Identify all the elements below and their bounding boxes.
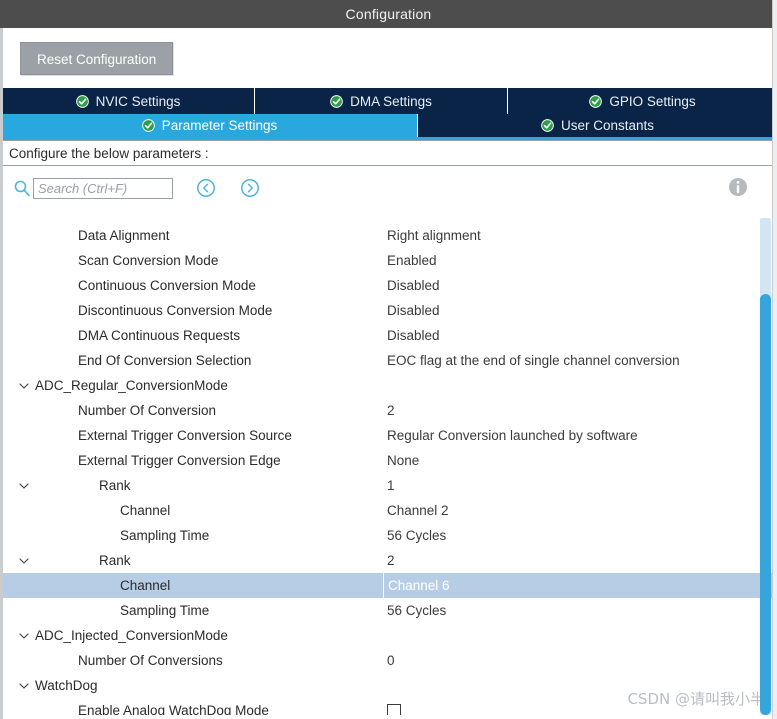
instruction-text: Configure the below parameters : xyxy=(9,145,209,161)
parameter-value[interactable]: None xyxy=(387,453,758,468)
tab-row-primary: NVIC Settings DMA Settings GPIO Settings xyxy=(0,88,777,114)
parameter-value[interactable]: Regular Conversion launched by software xyxy=(387,428,758,443)
parameter-row[interactable]: WatchDog xyxy=(2,673,776,698)
tab-user-constants[interactable]: User Constants xyxy=(418,114,777,137)
parameter-checkbox[interactable] xyxy=(387,703,758,715)
parameter-value[interactable]: Right alignment xyxy=(387,228,758,243)
tab-gpio-settings[interactable]: GPIO Settings xyxy=(508,88,777,114)
search-previous-button[interactable] xyxy=(195,177,217,199)
parameter-label: Scan Conversion Mode xyxy=(78,253,219,268)
parameter-list[interactable]: Data Alignment Right alignment Scan Conver… xyxy=(0,210,777,715)
tab-nvic-settings[interactable]: NVIC Settings xyxy=(2,88,255,114)
parameter-value[interactable]: 56 Cycles xyxy=(387,528,758,543)
parameter-row[interactable]: Scan Conversion Mode Enabled xyxy=(2,248,776,273)
search-icon xyxy=(13,179,31,197)
window-left-edge xyxy=(0,28,3,719)
parameter-label: WatchDog xyxy=(35,678,98,693)
chevron-down-icon[interactable] xyxy=(18,630,30,642)
parameter-row[interactable]: External Trigger Conversion Source Regula… xyxy=(2,423,776,448)
parameter-row[interactable]: DMA Continuous Requests Disabled xyxy=(2,323,776,348)
check-circle-icon xyxy=(541,119,554,132)
parameter-row[interactable]: Number Of Conversions 0 xyxy=(2,648,776,673)
parameter-row-partial[interactable] xyxy=(2,210,776,223)
parameter-label: External Trigger Conversion Edge xyxy=(78,453,281,468)
configuration-window: Configuration Reset Configuration NVIC S… xyxy=(0,0,777,719)
parameter-label: Continuous Conversion Mode xyxy=(78,278,256,293)
check-circle-icon xyxy=(330,94,343,108)
parameter-value[interactable]: Disabled xyxy=(387,278,758,293)
search-toolbar xyxy=(0,166,777,210)
chevron-down-icon[interactable] xyxy=(18,480,30,492)
tab-dma-settings[interactable]: DMA Settings xyxy=(255,88,508,114)
parameter-label: Number Of Conversion xyxy=(78,403,217,418)
parameter-label: DMA Continuous Requests xyxy=(78,328,241,343)
parameter-row[interactable]: Sampling Time 56 Cycles xyxy=(2,598,776,623)
tab-label: NVIC Settings xyxy=(95,93,181,109)
parameter-value[interactable]: Disabled xyxy=(387,303,758,318)
scrollbar-thumb[interactable] xyxy=(760,294,771,715)
search-next-button[interactable] xyxy=(239,177,261,199)
parameter-label: Data Alignment xyxy=(78,228,170,243)
parameter-label: ADC_Injected_ConversionMode xyxy=(35,628,228,643)
page-title: Configuration xyxy=(345,6,432,22)
parameter-label: Enable Analog WatchDog Mode xyxy=(78,703,269,715)
parameter-row[interactable]: ADC_Injected_ConversionMode xyxy=(2,623,776,648)
chevron-down-icon[interactable] xyxy=(18,555,30,567)
tab-label: DMA Settings xyxy=(350,93,432,109)
parameter-value[interactable]: Enabled xyxy=(387,253,758,268)
parameter-row[interactable]: Continuous Conversion Mode Disabled xyxy=(2,273,776,298)
parameter-label: ADC_Regular_ConversionMode xyxy=(35,378,228,393)
checkbox-icon[interactable] xyxy=(387,704,401,715)
parameter-label: External Trigger Conversion Source xyxy=(78,428,292,443)
parameter-row[interactable]: Channel Channel 6 xyxy=(2,573,776,598)
check-circle-icon xyxy=(75,94,89,108)
search-input[interactable] xyxy=(33,177,173,199)
instruction-strip: Configure the below parameters : xyxy=(0,140,777,166)
parameter-label: Channel xyxy=(120,578,171,593)
tab-row-secondary: Parameter Settings User Constants xyxy=(0,114,777,140)
parameter-value[interactable]: 0 xyxy=(387,653,758,668)
parameter-row[interactable]: Rank 2 xyxy=(2,548,776,573)
parameter-row[interactable]: Discontinuous Conversion Mode Disabled xyxy=(2,298,776,323)
parameter-value[interactable]: 1 xyxy=(387,478,758,493)
parameter-row[interactable]: Enable Analog WatchDog Mode xyxy=(2,698,776,715)
parameter-value[interactable]: 56 Cycles xyxy=(387,603,758,618)
tab-parameter-settings[interactable]: Parameter Settings xyxy=(2,114,418,137)
toolbar: Reset Configuration xyxy=(0,28,777,88)
parameter-label: Number Of Conversions xyxy=(78,653,223,668)
vertical-scrollbar[interactable] xyxy=(760,218,771,715)
parameter-row[interactable]: Rank 1 xyxy=(2,473,776,498)
parameter-label: Sampling Time xyxy=(120,603,210,618)
tab-label: Parameter Settings xyxy=(161,118,278,133)
window-right-edge xyxy=(772,0,777,719)
parameter-value[interactable]: Disabled xyxy=(387,328,758,343)
window-title-bar: Configuration xyxy=(0,0,777,28)
parameter-label: Channel xyxy=(120,503,171,518)
parameter-row[interactable]: ADC_Regular_ConversionMode xyxy=(2,373,776,398)
check-circle-icon xyxy=(141,119,155,132)
info-icon[interactable] xyxy=(727,176,749,198)
parameter-row[interactable]: End Of Conversion Selection EOC flag at t… xyxy=(2,348,776,373)
parameter-row[interactable]: Channel Channel 2 xyxy=(2,498,776,523)
parameter-label: End Of Conversion Selection xyxy=(78,353,252,368)
parameter-row[interactable]: Sampling Time 56 Cycles xyxy=(2,523,776,548)
parameter-value[interactable]: Channel 6 xyxy=(383,573,758,598)
reset-configuration-button[interactable]: Reset Configuration xyxy=(20,41,174,75)
parameter-value[interactable]: EOC flag at the end of single channel co… xyxy=(387,353,758,368)
tab-label: GPIO Settings xyxy=(609,93,696,109)
parameter-label: Discontinuous Conversion Mode xyxy=(78,303,273,318)
chevron-down-icon[interactable] xyxy=(18,380,30,392)
parameter-value[interactable]: 2 xyxy=(387,553,758,568)
parameter-label: Sampling Time xyxy=(120,528,210,543)
chevron-down-icon[interactable] xyxy=(18,680,30,692)
parameter-value[interactable]: 2 xyxy=(387,403,758,418)
parameter-row[interactable]: External Trigger Conversion Edge None xyxy=(2,448,776,473)
tab-label: User Constants xyxy=(560,118,655,133)
parameter-row[interactable]: Number Of Conversion 2 xyxy=(2,398,776,423)
check-circle-icon xyxy=(589,94,603,108)
parameter-value[interactable]: Channel 2 xyxy=(387,503,758,518)
parameter-row[interactable]: Data Alignment Right alignment xyxy=(2,223,776,248)
